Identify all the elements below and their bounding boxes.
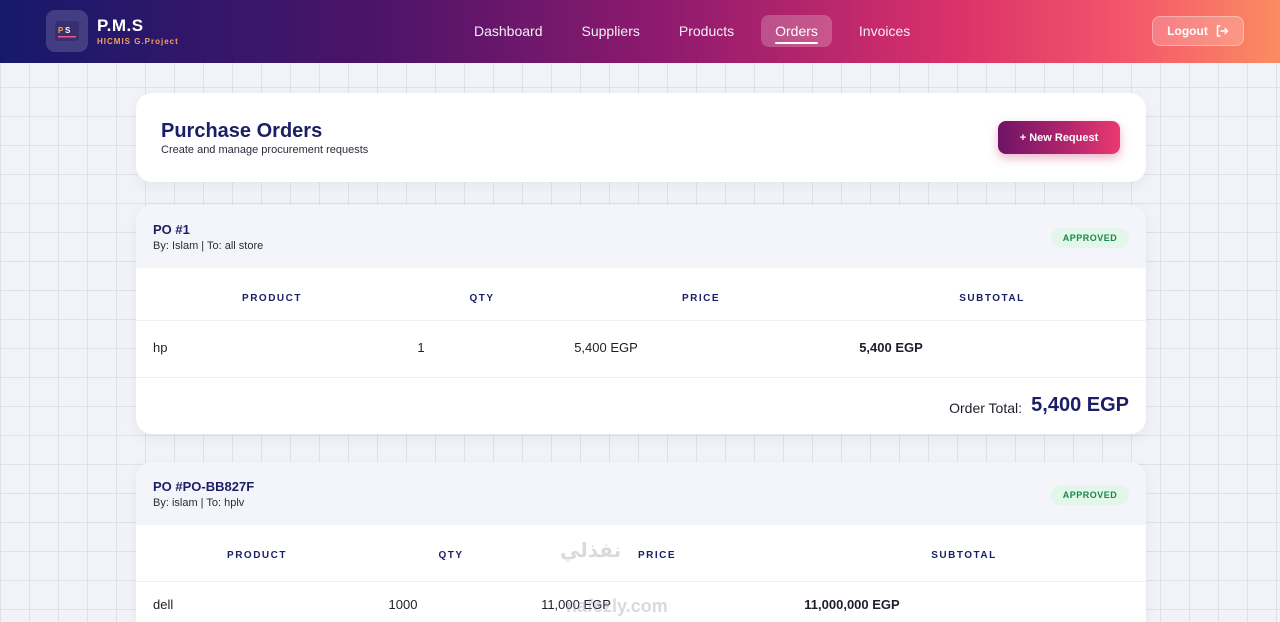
brand-title: P.M.S: [97, 15, 144, 35]
divider: [136, 377, 1146, 378]
status-badge: APPROVED: [1051, 228, 1129, 248]
brand-subtitle: HICMIS G.Project: [97, 36, 179, 46]
logout-icon: [1215, 24, 1229, 38]
column-header-qty: QTY: [469, 293, 495, 304]
svg-text:P: P: [58, 26, 64, 35]
order-total-label: Order Total:: [949, 400, 1022, 416]
cell-subtotal: 5,400 EGP: [859, 340, 923, 355]
new-request-button[interactable]: + New Request: [998, 121, 1120, 154]
divider: [136, 581, 1146, 582]
cell-product: dell: [153, 597, 174, 612]
page-subtitle: Create and manage procurement requests: [161, 144, 369, 156]
column-header-qty: QTY: [438, 550, 464, 561]
order-meta: By: Islam | To: all store: [153, 240, 264, 252]
nav-suppliers[interactable]: Suppliers: [570, 15, 652, 47]
top-navbar: P S P.M.S HICMIS G.Project Dashboard Sup…: [0, 0, 1280, 63]
column-header-product: PRODUCT: [227, 550, 287, 561]
column-header-product: PRODUCT: [242, 293, 302, 304]
cell-subtotal: 11,000,000 EGP: [804, 597, 900, 612]
column-header-subtotal: SUBTOTAL: [959, 293, 1025, 304]
cell-qty: 1000: [388, 597, 418, 612]
watermark-arabic: نفذلي: [560, 538, 622, 562]
column-header-price: PRICE: [637, 550, 677, 561]
cell-qty: 1: [417, 340, 425, 355]
cell-price: 5,400 EGP: [574, 340, 638, 355]
nav-orders[interactable]: Orders: [761, 15, 832, 47]
brand[interactable]: P S P.M.S HICMIS G.Project: [46, 10, 179, 52]
status-badge: APPROVED: [1051, 485, 1129, 505]
cell-product: hp: [153, 340, 168, 355]
logout-label: Logout: [1167, 24, 1208, 38]
logo-icon: P S: [55, 21, 79, 41]
svg-text:S: S: [65, 26, 71, 35]
nav-invoices[interactable]: Invoices: [847, 15, 922, 47]
order-meta: By: islam | To: hplv: [153, 497, 245, 509]
main-nav: Dashboard Suppliers Products Orders Invo…: [462, 15, 937, 47]
divider: [136, 320, 1146, 321]
order-header: PO #PO-BB827F By: islam | To: hplv APPRO…: [136, 462, 1146, 525]
order-total-value: 5,400 EGP: [1031, 394, 1129, 416]
column-header-subtotal: SUBTOTAL: [931, 550, 997, 561]
nav-dashboard[interactable]: Dashboard: [462, 15, 555, 47]
order-title: PO #1: [153, 222, 190, 237]
column-header-price: PRICE: [681, 293, 721, 304]
watermark-latin: nafezly.com: [566, 596, 668, 616]
page-title: Purchase Orders: [161, 120, 323, 142]
order-header: PO #1 By: Islam | To: all store APPROVED: [136, 205, 1146, 268]
logout-button[interactable]: Logout: [1152, 16, 1244, 46]
page-header-card: Purchase Orders Create and manage procur…: [136, 93, 1146, 182]
order-card: PO #1 By: Islam | To: all store APPROVED…: [136, 205, 1146, 434]
order-title: PO #PO-BB827F: [153, 479, 255, 494]
logo: P S: [46, 10, 88, 52]
nav-products[interactable]: Products: [667, 15, 746, 47]
